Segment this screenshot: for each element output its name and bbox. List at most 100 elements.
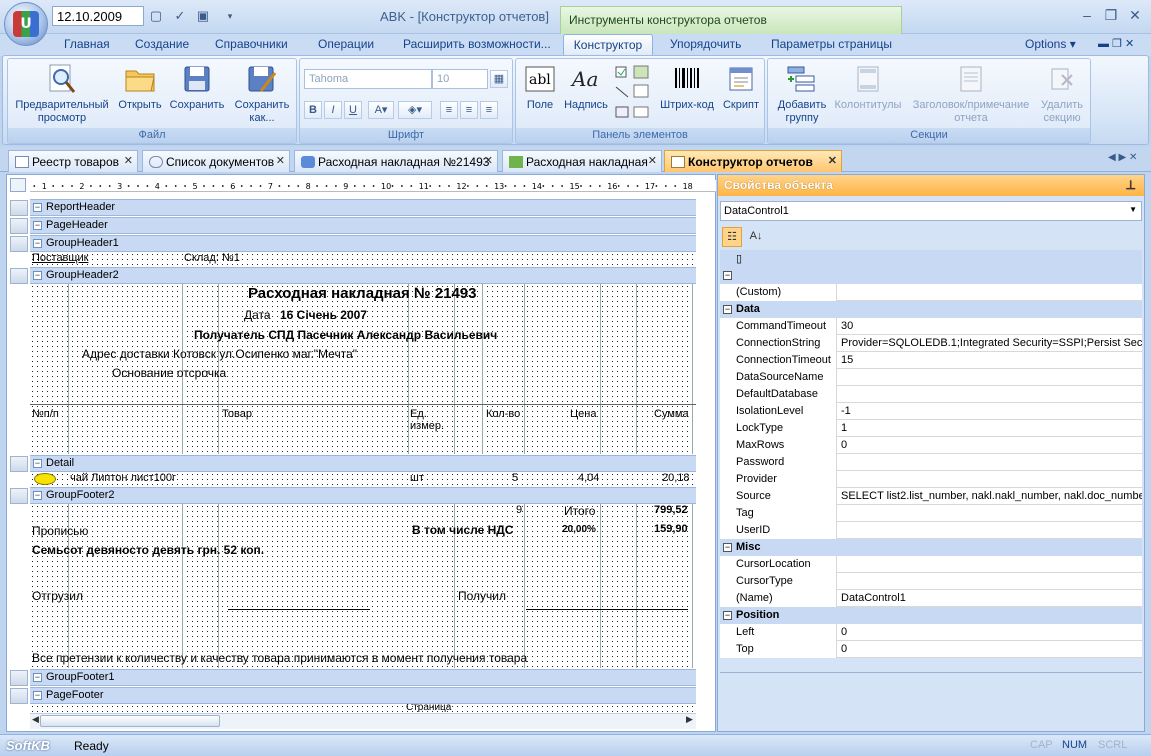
close-tab-icon[interactable]: ✕: [484, 154, 493, 167]
recipient-field[interactable]: Получатель СПД Пасечник Александр Василь…: [194, 328, 497, 342]
new-document-icon[interactable]: ▢: [148, 8, 164, 24]
section-handle[interactable]: [10, 488, 28, 504]
band-group-header2[interactable]: Расходная накладная № 21493 Дата 16 Січе…: [30, 284, 696, 454]
property-row[interactable]: CursorType: [720, 573, 1142, 590]
property-value[interactable]: 0: [838, 437, 1142, 454]
basis-field[interactable]: Основание отсрочка: [112, 366, 226, 380]
property-row[interactable]: CursorLocation: [720, 556, 1142, 573]
property-row[interactable]: Tag: [720, 505, 1142, 522]
section-group-footer2[interactable]: − GroupFooter2: [30, 487, 696, 504]
tab-references[interactable]: Справочники: [215, 37, 288, 51]
report-header-footer-button[interactable]: Заголовок/примечание отчета: [904, 63, 1038, 125]
property-value[interactable]: 1: [838, 420, 1142, 437]
delete-section-button[interactable]: Удалить секцию: [1036, 63, 1088, 125]
property-value[interactable]: SELECT list2.list_number, nakl.nakl_numb…: [838, 488, 1142, 505]
in-words-label[interactable]: Прописью: [32, 524, 88, 538]
tab-create[interactable]: Создание: [135, 37, 189, 51]
property-row[interactable]: MaxRows 0: [720, 437, 1142, 454]
property-row[interactable]: Source SELECT list2.list_number, nakl.nak…: [720, 488, 1142, 505]
property-value[interactable]: [838, 454, 1142, 471]
section-detail[interactable]: − Detail: [30, 455, 696, 472]
close-button[interactable]: ✕: [1124, 6, 1146, 24]
property-value[interactable]: Provider=SQLOLEDB.1;Integrated Security=…: [838, 335, 1142, 352]
datacontrol-icon[interactable]: [34, 473, 56, 485]
property-value[interactable]: 30: [838, 318, 1142, 335]
app-menu-button[interactable]: U: [4, 2, 48, 46]
options-menu[interactable]: Options ▾: [1025, 37, 1076, 51]
minimize-button[interactable]: –: [1076, 6, 1098, 24]
detail-item[interactable]: чай Липтон лист100г: [70, 472, 176, 484]
tab-page-setup[interactable]: Параметры страницы: [771, 37, 892, 51]
checkmark-icon[interactable]: ✓: [172, 8, 188, 24]
close-tab-icon[interactable]: ✕: [276, 154, 285, 167]
property-row[interactable]: (Name) DataControl1: [720, 590, 1142, 607]
customize-quick-access-icon[interactable]: ▾: [222, 8, 238, 24]
property-value[interactable]: [838, 505, 1142, 522]
property-row[interactable]: Password: [720, 454, 1142, 471]
tab-constructor[interactable]: Конструктор: [563, 34, 653, 56]
open-button[interactable]: Открыть: [116, 63, 164, 112]
col-item-header[interactable]: Товар: [222, 408, 252, 420]
align-center-icon[interactable]: ≡: [460, 101, 478, 119]
col-qty-header[interactable]: Кол-во: [486, 408, 520, 420]
section-report-header[interactable]: − ReportHeader: [30, 199, 696, 216]
label-button[interactable]: Aa Надпись: [562, 63, 610, 112]
tab-home[interactable]: Главная: [64, 37, 110, 51]
vat-sum[interactable]: 159,90: [654, 523, 688, 535]
property-value[interactable]: [838, 369, 1142, 386]
col-number-header[interactable]: №п/п: [32, 408, 59, 420]
property-value[interactable]: 15: [838, 352, 1142, 369]
tab-extend[interactable]: Расширить возможности...: [403, 37, 551, 51]
section-page-footer[interactable]: − PageFooter: [30, 687, 696, 704]
borders-icon[interactable]: ▦: [490, 70, 508, 88]
preview-button[interactable]: Предварительный просмотр: [12, 63, 112, 125]
property-row[interactable]: ConnectionTimeout 15: [720, 352, 1142, 369]
property-value[interactable]: [838, 556, 1142, 573]
property-row[interactable]: IsolationLevel -1: [720, 403, 1142, 420]
col-unit-header[interactable]: Ед. измер.: [410, 408, 450, 432]
sum-in-words[interactable]: Семьсот девяносто девять грн. 52 коп.: [32, 543, 264, 557]
property-row[interactable]: ConnectionString Provider=SQLOLEDB.1;Inte…: [720, 335, 1142, 352]
address-field[interactable]: Адрес доставки Котовск ул.Осипенко маг."…: [82, 347, 357, 361]
maximize-button[interactable]: ❐: [1100, 6, 1122, 24]
property-row[interactable]: DefaultDatabase: [720, 386, 1142, 403]
property-value[interactable]: [838, 471, 1142, 488]
section-group-header1[interactable]: − GroupHeader1: [30, 235, 696, 252]
doctab-invoice[interactable]: Расходная накладная ✕: [502, 150, 662, 172]
bold-icon[interactable]: B: [304, 101, 322, 119]
section-handle[interactable]: [10, 218, 28, 234]
property-value[interactable]: [838, 386, 1142, 403]
property-row[interactable]: (Custom): [720, 284, 1142, 301]
invoice-title[interactable]: Расходная накладная № 21493: [248, 285, 476, 302]
detail-qty[interactable]: 5: [512, 472, 518, 484]
save-button[interactable]: Сохранить: [168, 63, 226, 112]
barcode-button[interactable]: Штрих-код: [656, 63, 718, 112]
field-button[interactable]: abl Поле: [522, 63, 558, 112]
section-handle[interactable]: [10, 200, 28, 216]
property-value[interactable]: -1: [838, 403, 1142, 420]
detail-sum[interactable]: 20,18: [662, 472, 690, 484]
section-handle[interactable]: [10, 236, 28, 252]
page-label[interactable]: Страница: [406, 704, 451, 713]
tab-scroll-icons[interactable]: ◀ ▶ ✕: [1108, 152, 1137, 163]
claims-note[interactable]: Все претензии к количеству и качеству то…: [32, 651, 527, 665]
total-label[interactable]: Итого: [564, 504, 595, 518]
headers-footers-button[interactable]: Колонтитулы: [832, 63, 904, 112]
property-category-position[interactable]: − Position: [720, 607, 1142, 624]
property-row[interactable]: DataSourceName: [720, 369, 1142, 386]
section-handle[interactable]: [10, 456, 28, 472]
property-row[interactable]: LockType 1: [720, 420, 1142, 437]
property-row[interactable]: Top 0: [720, 641, 1142, 658]
add-group-button[interactable]: Добавить группу: [772, 63, 832, 125]
property-row[interactable]: CommandTimeout 30: [720, 318, 1142, 335]
section-handle[interactable]: [10, 688, 28, 704]
property-row[interactable]: Provider: [720, 471, 1142, 488]
property-value[interactable]: [838, 573, 1142, 590]
scroll-right-icon[interactable]: ▶: [686, 714, 693, 725]
small-elements-icon[interactable]: [614, 63, 652, 123]
warehouse-label[interactable]: Склад: №1: [184, 252, 240, 264]
col-price-header[interactable]: Цена: [570, 408, 596, 420]
detail-price[interactable]: 4,04: [578, 472, 599, 484]
band-page-footer[interactable]: Страница: [30, 704, 696, 713]
band-detail[interactable]: чай Липтон лист100г шт 5 4,04 20,18: [30, 472, 696, 486]
